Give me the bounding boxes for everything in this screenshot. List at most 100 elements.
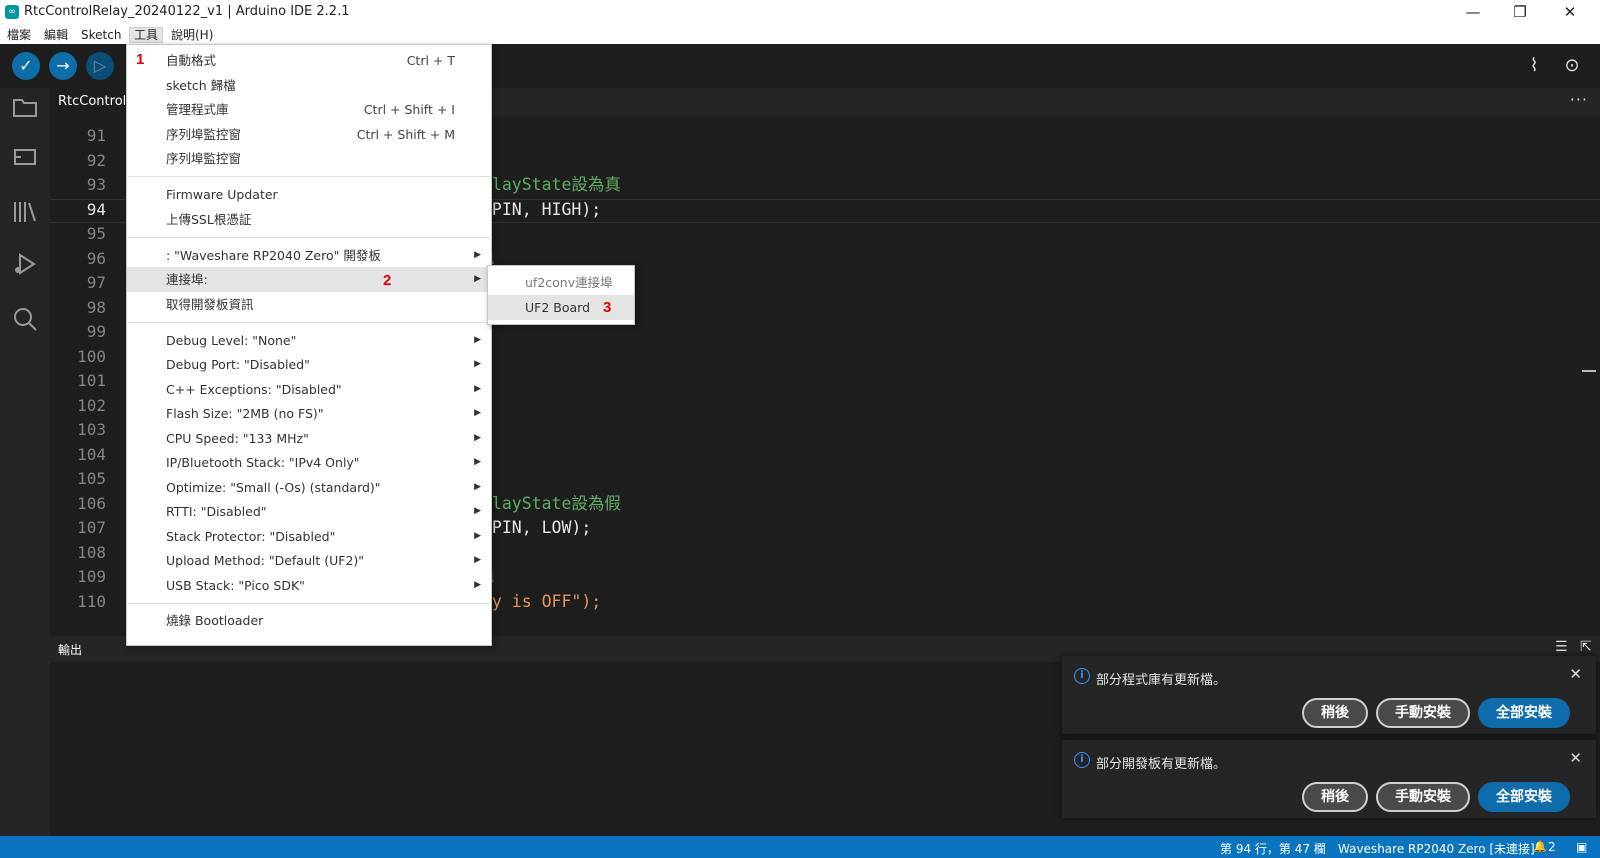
menu-item-usb-stack[interactable]: USB Stack: "Pico SDK" ▶: [127, 573, 491, 598]
serial-monitor-button[interactable]: ⊙: [1560, 54, 1584, 78]
menu-separator: [128, 176, 490, 177]
activity-sidebar: [0, 88, 50, 836]
menu-item-rtti[interactable]: RTTI: "Disabled" ▶: [127, 499, 491, 524]
menu-item-cpu-speed[interactable]: CPU Speed: "133 MHz" ▶: [127, 426, 491, 451]
later-button[interactable]: 稍後: [1302, 698, 1368, 728]
restore-button[interactable]: ❐: [1497, 0, 1543, 26]
close-icon[interactable]: ✕: [1569, 749, 1582, 767]
arduino-logo-icon: ∞: [5, 5, 19, 19]
status-bar: 第 94 行，第 47 欄 Waveshare RP2040 Zero [未連接…: [0, 836, 1600, 858]
submenu-arrow-icon: ▶: [474, 359, 481, 369]
menu-help[interactable]: 說明(H): [167, 27, 217, 43]
layout-icon[interactable]: ▣: [1576, 840, 1587, 854]
more-icon[interactable]: ···: [1570, 90, 1588, 109]
line-number: 110: [77, 592, 106, 611]
menu-item-auto-format[interactable]: 自動格式 Ctrl + T: [127, 48, 491, 73]
notification-message: 部分開發板有更新檔。: [1096, 757, 1227, 772]
close-window-button[interactable]: ✕: [1547, 0, 1593, 26]
debug-button[interactable]: ▷: [86, 52, 114, 80]
monitor-icon: ⊙: [1564, 55, 1580, 76]
output-title: 輸出: [58, 643, 83, 657]
menu-item-board-info[interactable]: 取得開發板資訊: [127, 292, 491, 317]
library-icon[interactable]: [10, 200, 40, 230]
code-string: ay is OFF");: [482, 592, 602, 611]
scrollbar-marker[interactable]: [1582, 370, 1596, 372]
line-number: 106: [77, 494, 106, 513]
menu-edit[interactable]: 編輯: [40, 27, 72, 43]
menu-item-serial-plotter[interactable]: 序列埠監控窗: [127, 146, 491, 171]
title-bar: ∞ RtcControlRelay_20240122_v1 | Arduino …: [0, 0, 1600, 26]
menu-separator: [128, 237, 490, 238]
submenu-arrow-icon: ▶: [474, 250, 481, 260]
menu-item-upload-ssl[interactable]: 上傳SSL根憑証: [127, 207, 491, 232]
code-line: _PIN, HIGH);: [482, 200, 602, 219]
menu-item-upload-method[interactable]: Upload Method: "Default (UF2)" ▶: [127, 548, 491, 573]
search-icon[interactable]: [10, 306, 40, 336]
menu-item-manage-libraries[interactable]: 管理程式庫 Ctrl + Shift + I: [127, 97, 491, 122]
submenu-arrow-icon: ▶: [474, 457, 481, 467]
close-icon[interactable]: ✕: [1569, 665, 1582, 683]
submenu-item-uf2-board[interactable]: UF2 Board: [488, 295, 634, 320]
menu-separator: [128, 603, 490, 604]
bell-icon[interactable]: 🔔: [1533, 840, 1547, 853]
line-number: 95: [86, 224, 106, 243]
submenu-arrow-icon: ▶: [474, 555, 481, 565]
submenu-arrow-icon: ▶: [474, 274, 481, 284]
menu-sketch[interactable]: Sketch: [77, 27, 125, 43]
submenu-arrow-icon: ▶: [474, 482, 481, 492]
line-number: 108: [77, 543, 106, 562]
menu-tools[interactable]: 工具: [129, 27, 164, 43]
tools-menu: 1 自動格式 Ctrl + T sketch 歸檔 管理程式庫 Ctrl + Shi…: [126, 44, 492, 646]
install-all-button[interactable]: 全部安裝: [1478, 782, 1570, 812]
menu-item-optimize[interactable]: Optimize: "Small (-Os) (standard)" ▶: [127, 475, 491, 500]
notification-message: 部分程式庫有更新檔。: [1096, 673, 1227, 688]
line-number: 99: [86, 322, 106, 341]
info-icon: i: [1074, 668, 1090, 684]
line-number: 93: [86, 175, 106, 194]
line-number: 98: [86, 298, 106, 317]
debug-icon[interactable]: [10, 252, 40, 282]
menu-item-firmware-updater[interactable]: Firmware Updater: [127, 182, 491, 207]
board-status[interactable]: Waveshare RP2040 Zero [未連接]: [1338, 840, 1535, 857]
line-number: 103: [77, 420, 106, 439]
menu-item-flash-size[interactable]: Flash Size: "2MB (no FS)" ▶: [127, 401, 491, 426]
submenu-arrow-icon: ▶: [474, 335, 481, 345]
serial-plotter-button[interactable]: ⌇: [1522, 54, 1546, 78]
line-number: 92: [86, 151, 106, 170]
scroll-lock-icon[interactable]: ⇱: [1580, 639, 1592, 655]
menu-file[interactable]: 檔案: [3, 27, 35, 43]
upload-button[interactable]: →: [49, 52, 77, 80]
folder-icon[interactable]: [10, 96, 40, 126]
annotation-marker-2: 2: [383, 272, 392, 289]
board-icon[interactable]: [10, 146, 40, 176]
menu-item-stack-protector[interactable]: Stack Protector: "Disabled" ▶: [127, 524, 491, 549]
submenu-arrow-icon: ▶: [474, 506, 481, 516]
menu-item-debug-port[interactable]: Debug Port: "Disabled" ▶: [127, 352, 491, 377]
later-button[interactable]: 稍後: [1302, 782, 1368, 812]
line-number: 104: [77, 445, 106, 464]
menu-item-debug-level[interactable]: Debug Level: "None" ▶: [127, 328, 491, 353]
menu-item-ip-stack[interactable]: IP/Bluetooth Stack: "IPv4 Only" ▶: [127, 450, 491, 475]
menu-item-cpp-exceptions[interactable]: C++ Exceptions: "Disabled" ▶: [127, 377, 491, 402]
menu-item-serial-monitor[interactable]: 序列埠監控窗 Ctrl + Shift + M: [127, 122, 491, 147]
verify-button[interactable]: ✓: [12, 52, 40, 80]
cursor-position[interactable]: 第 94 行，第 47 欄: [1220, 840, 1326, 857]
menu-item-burn-bootloader[interactable]: 燒錄 Bootloader: [127, 608, 491, 633]
clear-output-icon[interactable]: ☰: [1555, 639, 1568, 655]
install-all-button[interactable]: 全部安裝: [1478, 698, 1570, 728]
menu-item-archive-sketch[interactable]: sketch 歸檔: [127, 73, 491, 98]
manual-install-button[interactable]: 手動安裝: [1376, 782, 1470, 812]
line-number: 97: [86, 273, 106, 292]
arrow-right-icon: →: [56, 56, 70, 75]
info-icon: i: [1074, 752, 1090, 768]
line-number: 109: [77, 567, 106, 586]
manual-install-button[interactable]: 手動安裝: [1376, 698, 1470, 728]
menu-bar: 檔案 編輯 Sketch 工具 說明(H): [0, 26, 1600, 44]
plotter-icon: ⌇: [1529, 55, 1539, 76]
line-number: 100: [77, 347, 106, 366]
menu-item-board[interactable]: : "Waveshare RP2040 Zero" 開發板 ▶: [127, 243, 491, 268]
minimize-button[interactable]: —: [1450, 0, 1496, 26]
submenu-arrow-icon: ▶: [474, 531, 481, 541]
notification-count: 2: [1548, 840, 1556, 854]
menu-item-port[interactable]: 連接埠: ▶: [127, 267, 491, 292]
